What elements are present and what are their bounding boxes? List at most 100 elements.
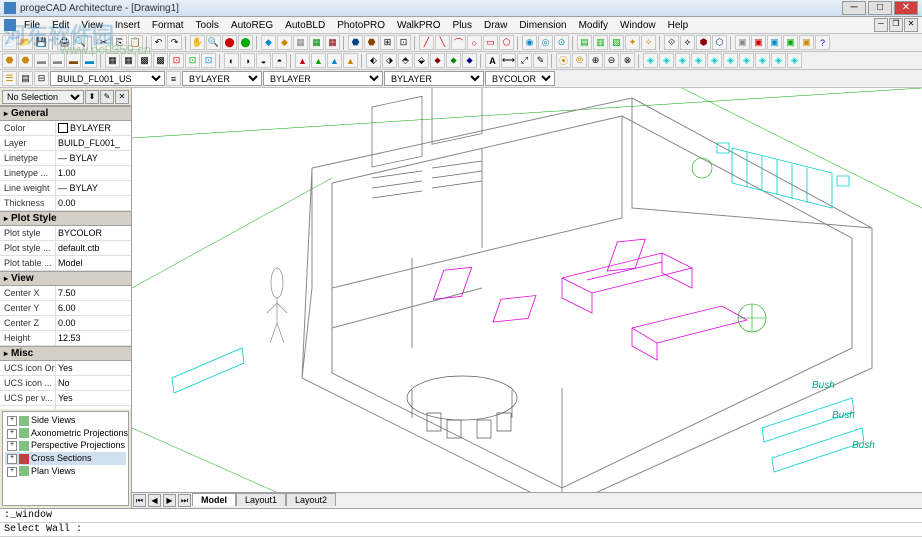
tab-first-button[interactable]: ⏮ — [133, 494, 146, 507]
prop-close-button[interactable]: ✕ — [115, 90, 129, 104]
tool-icon[interactable]: ◆ — [261, 35, 276, 50]
rect-icon[interactable]: ▭ — [483, 35, 498, 50]
tool-icon[interactable]: ⬗ — [382, 53, 397, 68]
help-icon[interactable]: ? — [815, 35, 830, 50]
tool-icon[interactable]: ⬖ — [366, 53, 381, 68]
tool-icon[interactable]: ▩ — [137, 53, 152, 68]
tool-icon[interactable]: ▣ — [751, 35, 766, 50]
prop-value[interactable]: 0.00 — [55, 316, 131, 330]
menu-autoreg[interactable]: AutoREG — [225, 19, 279, 32]
line-icon[interactable]: ╲ — [435, 35, 450, 50]
tool-icon[interactable]: ▲ — [343, 53, 358, 68]
tool-icon[interactable]: ⬡ — [712, 35, 727, 50]
prop-row[interactable]: Plot styleBYCOLOR — [0, 226, 131, 241]
prop-row[interactable]: Center X7.50 — [0, 286, 131, 301]
tree-item[interactable]: Plan Views — [5, 465, 126, 478]
tool-icon[interactable]: ⊡ — [169, 53, 184, 68]
tool-icon[interactable]: ◈ — [691, 53, 706, 68]
line-icon[interactable]: ╱ — [419, 35, 434, 50]
prop-row[interactable]: ColorBYLAYER — [0, 121, 131, 136]
prop-row[interactable]: LayerBUILD_FL001_ — [0, 136, 131, 151]
menu-view[interactable]: View — [75, 19, 109, 32]
text-icon[interactable]: A — [485, 53, 500, 68]
paste-icon[interactable]: 📋 — [128, 35, 143, 50]
door-icon[interactable]: ▬ — [66, 53, 81, 68]
menu-window[interactable]: Window — [614, 19, 662, 32]
tool-icon[interactable]: ⊕ — [588, 53, 603, 68]
window-icon[interactable]: ▬ — [82, 53, 97, 68]
tool-icon[interactable]: ▦ — [293, 35, 308, 50]
cut-icon[interactable]: ✂ — [96, 35, 111, 50]
lineweight-combo[interactable]: BYLAYER — [384, 71, 484, 86]
layout-tab[interactable]: Model — [192, 493, 236, 506]
prop-value[interactable]: 1.00 — [55, 166, 131, 180]
menu-tools[interactable]: Tools — [190, 19, 225, 32]
prop-group-view[interactable]: View — [0, 271, 131, 286]
tool-icon[interactable]: ▣ — [767, 35, 782, 50]
tool-icon[interactable]: ◈ — [755, 53, 770, 68]
tool-icon[interactable]: ⬣ — [348, 35, 363, 50]
wall-icon[interactable]: ▬ — [34, 53, 49, 68]
selection-combo[interactable]: No Selection — [2, 90, 84, 104]
open-icon[interactable]: 📂 — [18, 35, 33, 50]
zoom-icon[interactable]: 🔍 — [206, 35, 221, 50]
circle-icon[interactable]: ○ — [467, 35, 482, 50]
tool-icon[interactable]: ⊡ — [396, 35, 411, 50]
prop-value[interactable]: BYLAYER — [55, 121, 131, 135]
tool-icon[interactable]: ⬥ — [462, 53, 477, 68]
tool-icon[interactable]: ⬤ — [222, 35, 237, 50]
preview-icon[interactable]: 🔍 — [73, 35, 88, 50]
tool-icon[interactable]: ⦿ — [556, 53, 571, 68]
tool-icon[interactable]: ◈ — [787, 53, 802, 68]
menu-dimension[interactable]: Dimension — [513, 19, 572, 32]
tool-icon[interactable]: ▣ — [735, 35, 750, 50]
tool-icon[interactable]: ⬥ — [446, 53, 461, 68]
tool-icon[interactable]: ◉ — [522, 35, 537, 50]
tool-icon[interactable]: ▩ — [153, 53, 168, 68]
tool-icon[interactable]: ▣ — [799, 35, 814, 50]
tool-icon[interactable]: ⬥ — [430, 53, 445, 68]
tool-icon[interactable]: ▦ — [121, 53, 136, 68]
tab-next-button[interactable]: ▶ — [163, 494, 176, 507]
tool-icon[interactable]: ◎ — [538, 35, 553, 50]
menu-autobld[interactable]: AutoBLD — [279, 19, 331, 32]
tool-icon[interactable]: ▦ — [105, 53, 120, 68]
prop-value[interactable]: 0.00 — [55, 196, 131, 210]
tree-item[interactable]: Side Views — [5, 414, 126, 427]
tool-icon[interactable]: ▲ — [327, 53, 342, 68]
tool-icon[interactable]: ◆ — [277, 35, 292, 50]
tool-icon[interactable]: ⊖ — [604, 53, 619, 68]
menu-insert[interactable]: Insert — [109, 19, 146, 32]
tool-icon[interactable]: ⊞ — [380, 35, 395, 50]
tool-icon[interactable]: ▧ — [609, 35, 624, 50]
layer-icon[interactable]: ⊟ — [34, 71, 49, 86]
prop-row[interactable]: Linetype ...1.00 — [0, 166, 131, 181]
tool-icon[interactable]: ◑ — [240, 53, 255, 68]
prop-row[interactable]: UCS icon OnYes — [0, 361, 131, 376]
tool-icon[interactable]: ▦ — [309, 35, 324, 50]
menu-photopro[interactable]: PhotoPRO — [331, 19, 391, 32]
tool-icon[interactable]: ⊡ — [185, 53, 200, 68]
prop-row[interactable]: Plot style ...default.ctb — [0, 241, 131, 256]
prop-row[interactable]: Center Z0.00 — [0, 316, 131, 331]
layer-combo[interactable]: BUILD_FL001_US — [50, 71, 165, 86]
tool-icon[interactable]: ◈ — [739, 53, 754, 68]
tool-icon[interactable]: ◈ — [723, 53, 738, 68]
prop-value[interactable]: Yes — [55, 391, 131, 405]
plotstyle-combo[interactable]: BYCOLOR — [485, 71, 555, 86]
layer-states-icon[interactable]: ≡ — [166, 71, 181, 86]
tree-item[interactable]: Axonometric Projections — [5, 427, 126, 440]
prop-pick-button[interactable]: ✎ — [100, 90, 114, 104]
tool-icon[interactable]: ⬣ — [364, 35, 379, 50]
poly-icon[interactable]: ⬠ — [499, 35, 514, 50]
mdi-minimize-button[interactable]: ─ — [874, 18, 888, 32]
tool-icon[interactable]: ◈ — [659, 53, 674, 68]
tool-icon[interactable]: ⬣ — [2, 53, 17, 68]
tool-icon[interactable]: ▣ — [783, 35, 798, 50]
close-button[interactable]: ✕ — [894, 1, 918, 15]
tool-icon[interactable]: ⬤ — [238, 35, 253, 50]
menu-draw[interactable]: Draw — [478, 19, 513, 32]
tool-icon[interactable]: ▲ — [311, 53, 326, 68]
color-combo[interactable]: BYLAYER — [182, 71, 262, 86]
prop-group-plot-style[interactable]: Plot Style — [0, 211, 131, 226]
